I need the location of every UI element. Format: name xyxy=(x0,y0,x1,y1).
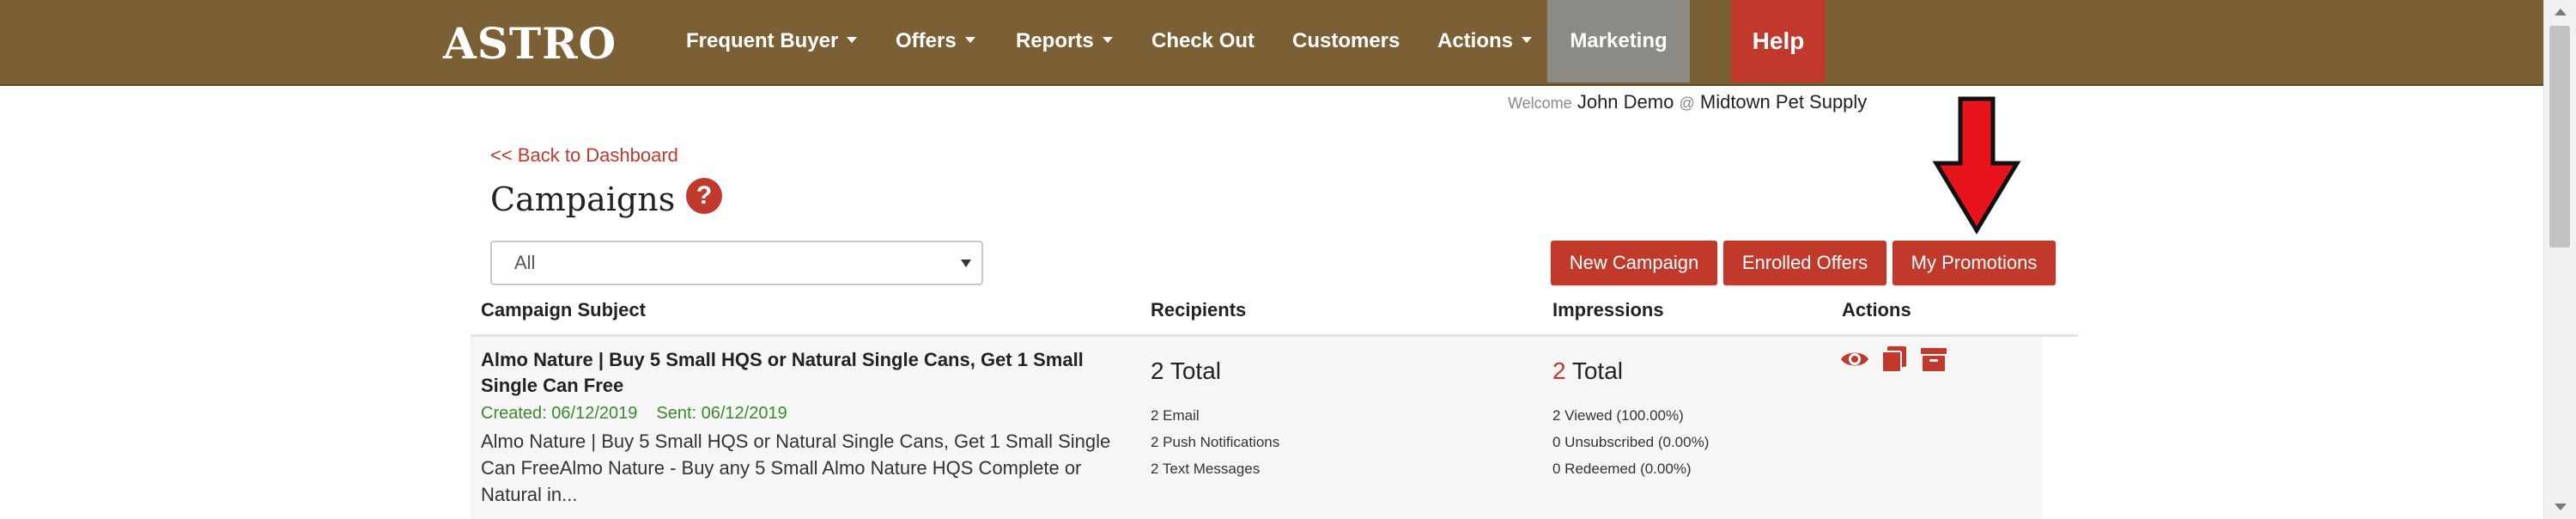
column-header-campaign-subject[interactable]: Campaign Subject xyxy=(481,299,646,321)
nav-marketing-label: Marketing xyxy=(1570,29,1668,52)
nav-customers[interactable]: Customers xyxy=(1292,0,1400,82)
nav-reports[interactable]: Reports xyxy=(1016,0,1113,82)
recipients-push-count: 2 Push Notifications xyxy=(1151,434,1280,450)
red-down-arrow-annotation xyxy=(1932,96,2021,235)
copy-icon[interactable] xyxy=(1879,344,1910,375)
column-header-actions: Actions xyxy=(1842,299,1911,321)
column-header-impressions[interactable]: Impressions xyxy=(1552,299,1664,321)
nav-offers[interactable]: Offers xyxy=(896,0,975,82)
nav-actions-label: Actions xyxy=(1437,29,1514,52)
impressions-total-label: Total xyxy=(1571,357,1624,384)
top-navigation-bar: ASTRO Frequent Buyer Offers Reports Chec… xyxy=(0,0,2543,86)
vertical-scrollbar[interactable] xyxy=(2543,0,2576,519)
scroll-up-arrow-icon[interactable] xyxy=(2555,9,2567,15)
welcome-at-sign: @ xyxy=(1679,95,1695,112)
archive-icon[interactable] xyxy=(1918,344,1949,375)
nav-check-out[interactable]: Check Out xyxy=(1151,0,1255,82)
nav-offers-label: Offers xyxy=(896,29,957,52)
impressions-unsubscribed: 0 Unsubscribed (0.00%) xyxy=(1552,434,1710,450)
recipients-text-count: 2 Text Messages xyxy=(1151,461,1261,477)
back-to-dashboard-link[interactable]: << Back to Dashboard xyxy=(490,144,678,167)
chevron-down-icon xyxy=(847,37,858,44)
campaign-sent-date: Sent: 06/12/2019 xyxy=(656,404,787,423)
nav-frequent-buyer[interactable]: Frequent Buyer xyxy=(686,0,858,82)
impressions-viewed: 2 Viewed (100.00%) xyxy=(1552,407,1684,424)
campaign-filter-select[interactable]: All xyxy=(490,241,983,285)
page-title: Campaigns xyxy=(490,180,676,218)
dropdown-arrow-icon xyxy=(961,260,971,267)
recipients-total: 2 Total xyxy=(1151,357,1221,385)
chevron-down-icon xyxy=(964,37,975,44)
nav-frequent-buyer-label: Frequent Buyer xyxy=(686,29,839,52)
chevron-down-icon xyxy=(1102,37,1113,44)
campaign-filter-value: All xyxy=(514,252,536,273)
my-promotions-button[interactable]: My Promotions xyxy=(1893,241,2056,285)
help-button[interactable]: Help xyxy=(1731,0,1826,82)
astro-logo[interactable]: ASTRO xyxy=(443,19,617,69)
nav-reports-label: Reports xyxy=(1016,29,1094,52)
nav-check-out-label: Check Out xyxy=(1151,29,1255,52)
new-campaign-button[interactable]: New Campaign xyxy=(1551,241,1717,285)
campaign-created-date: Created: 06/12/2019 xyxy=(481,404,638,423)
recipients-email-count: 2 Email xyxy=(1151,407,1200,424)
nav-customers-label: Customers xyxy=(1292,29,1400,52)
chevron-down-icon xyxy=(1522,37,1533,44)
recipients-total-number: 2 xyxy=(1151,357,1164,384)
column-header-recipients[interactable]: Recipients xyxy=(1151,299,1246,321)
campaign-subject[interactable]: Almo Nature | Buy 5 Small HQS or Natural… xyxy=(481,347,1116,399)
scroll-down-arrow-icon[interactable] xyxy=(2555,504,2567,510)
nav-actions[interactable]: Actions xyxy=(1437,0,1533,82)
impressions-redeemed: 0 Redeemed (0.00%) xyxy=(1552,461,1692,477)
help-button-label: Help xyxy=(1752,27,1805,54)
welcome-prefix: Welcome xyxy=(1508,95,1572,112)
impressions-total-number: 2 xyxy=(1552,357,1566,384)
recipients-total-label: Total xyxy=(1170,357,1222,384)
campaign-dates: Created: 06/12/2019 Sent: 06/12/2019 xyxy=(481,404,806,424)
welcome-message: Welcome John Demo @ Midtown Pet Supply xyxy=(1508,91,1867,113)
question-mark-help-icon[interactable]: ? xyxy=(686,178,722,214)
campaign-description: Almo Nature | Buy 5 Small HQS or Natural… xyxy=(481,430,1111,505)
enrolled-offers-button[interactable]: Enrolled Offers xyxy=(1723,241,1886,285)
eye-icon[interactable] xyxy=(1839,344,1870,375)
scrollbar-thumb[interactable] xyxy=(2549,26,2570,247)
welcome-user-name: John Demo xyxy=(1577,91,1674,113)
impressions-total: 2 Total xyxy=(1552,357,1623,385)
nav-marketing[interactable]: Marketing xyxy=(1547,0,1690,82)
welcome-store-name: Midtown Pet Supply xyxy=(1699,91,1868,113)
